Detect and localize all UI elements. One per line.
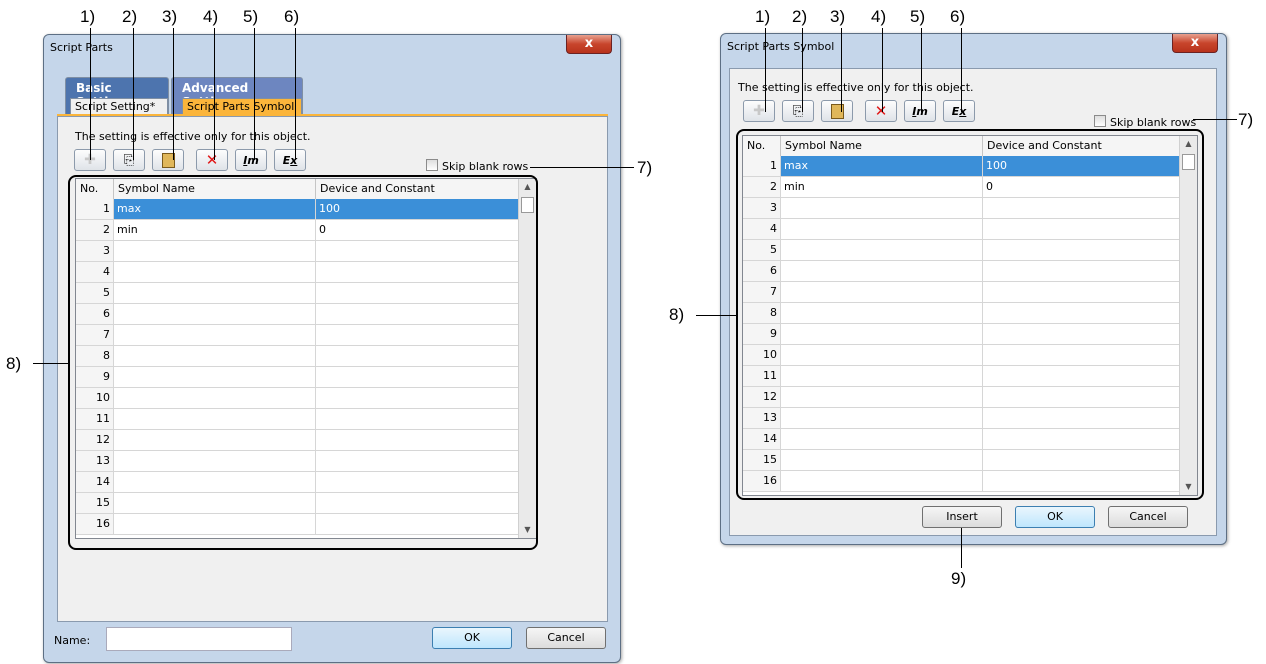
callout-3: 3) [162, 7, 178, 26]
callout-7: 7) [1238, 110, 1254, 129]
callout-3: 3) [830, 7, 846, 26]
skip-blank-rows-label: Skip blank rows [1110, 116, 1197, 129]
checkbox-box[interactable] [1094, 115, 1106, 127]
copy-button[interactable]: ⎘ [113, 149, 145, 171]
cancel-button[interactable]: Cancel [526, 627, 606, 649]
import-button[interactable]: Im [904, 100, 936, 122]
callout-8: 8) [669, 305, 685, 324]
callout-7: 7) [637, 158, 653, 177]
skip-blank-rows-checkbox[interactable]: Skip blank rows [1094, 115, 1196, 129]
delete-icon: ✕ [874, 102, 888, 120]
toolbar: ✚ ⎘ ✕ Im Ex [74, 149, 324, 171]
table-outline-right [736, 129, 1204, 500]
callout-1: 1) [755, 7, 771, 26]
skip-blank-rows-checkbox[interactable]: Skip blank rows [426, 159, 528, 173]
table-outline-left [68, 175, 538, 550]
callout-8: 8) [6, 354, 22, 373]
export-button[interactable]: Ex [943, 100, 975, 122]
export-button[interactable]: Ex [274, 149, 306, 171]
callout-5: 5) [243, 7, 259, 26]
callout-5: 5) [910, 7, 926, 26]
checkbox-box[interactable] [426, 159, 438, 171]
callout-6: 6) [284, 7, 300, 26]
insert-button[interactable]: Insert [922, 506, 1002, 528]
name-label: Name: [54, 634, 91, 647]
paste-button[interactable] [821, 100, 853, 122]
callout-6: 6) [950, 7, 966, 26]
import-icon: Im [912, 104, 928, 118]
dialog-title: Script Parts Symbol [727, 40, 835, 53]
export-icon: Ex [951, 104, 967, 118]
callout-4: 4) [203, 7, 219, 26]
callout-2: 2) [122, 7, 138, 26]
toolbar: ✚ ⎘ ✕ Im Ex [743, 100, 993, 122]
title-bar: Script Parts x [44, 35, 620, 59]
callout-1: 1) [80, 7, 96, 26]
dialog-title: Script Parts [50, 41, 113, 54]
skip-blank-rows-label: Skip blank rows [442, 160, 529, 173]
delete-icon: ✕ [205, 151, 219, 169]
callout-2: 2) [792, 7, 808, 26]
tab-script-setting[interactable]: Script Setting* [70, 98, 168, 114]
info-text: The setting is effective only for this o… [738, 81, 974, 94]
title-bar: Script Parts Symbol x [721, 34, 1226, 58]
close-button[interactable]: x [566, 35, 612, 54]
add-icon: ✚ [753, 103, 765, 119]
tab-basic-settings[interactable]: Basic Settings Script Setting* [65, 77, 169, 116]
close-button[interactable]: x [1172, 34, 1218, 53]
copy-button[interactable]: ⎘ [782, 100, 814, 122]
tab-advanced-settings[interactable]: Advanced Settings Script Parts Symbol [171, 77, 303, 116]
paste-button[interactable] [152, 149, 184, 171]
ok-button[interactable]: OK [1015, 506, 1095, 528]
import-icon: Im [243, 153, 259, 167]
ok-button[interactable]: OK [432, 627, 512, 649]
add-button[interactable]: ✚ [743, 100, 775, 122]
tab-script-parts-symbol[interactable]: Script Parts Symbol [182, 98, 302, 114]
delete-button[interactable]: ✕ [865, 100, 897, 122]
name-field[interactable] [106, 627, 292, 651]
cancel-button[interactable]: Cancel [1108, 506, 1188, 528]
callout-4: 4) [871, 7, 887, 26]
import-button[interactable]: Im [235, 149, 267, 171]
delete-button[interactable]: ✕ [196, 149, 228, 171]
info-text: The setting is effective only for this o… [75, 130, 311, 143]
callout-9: 9) [951, 569, 967, 588]
